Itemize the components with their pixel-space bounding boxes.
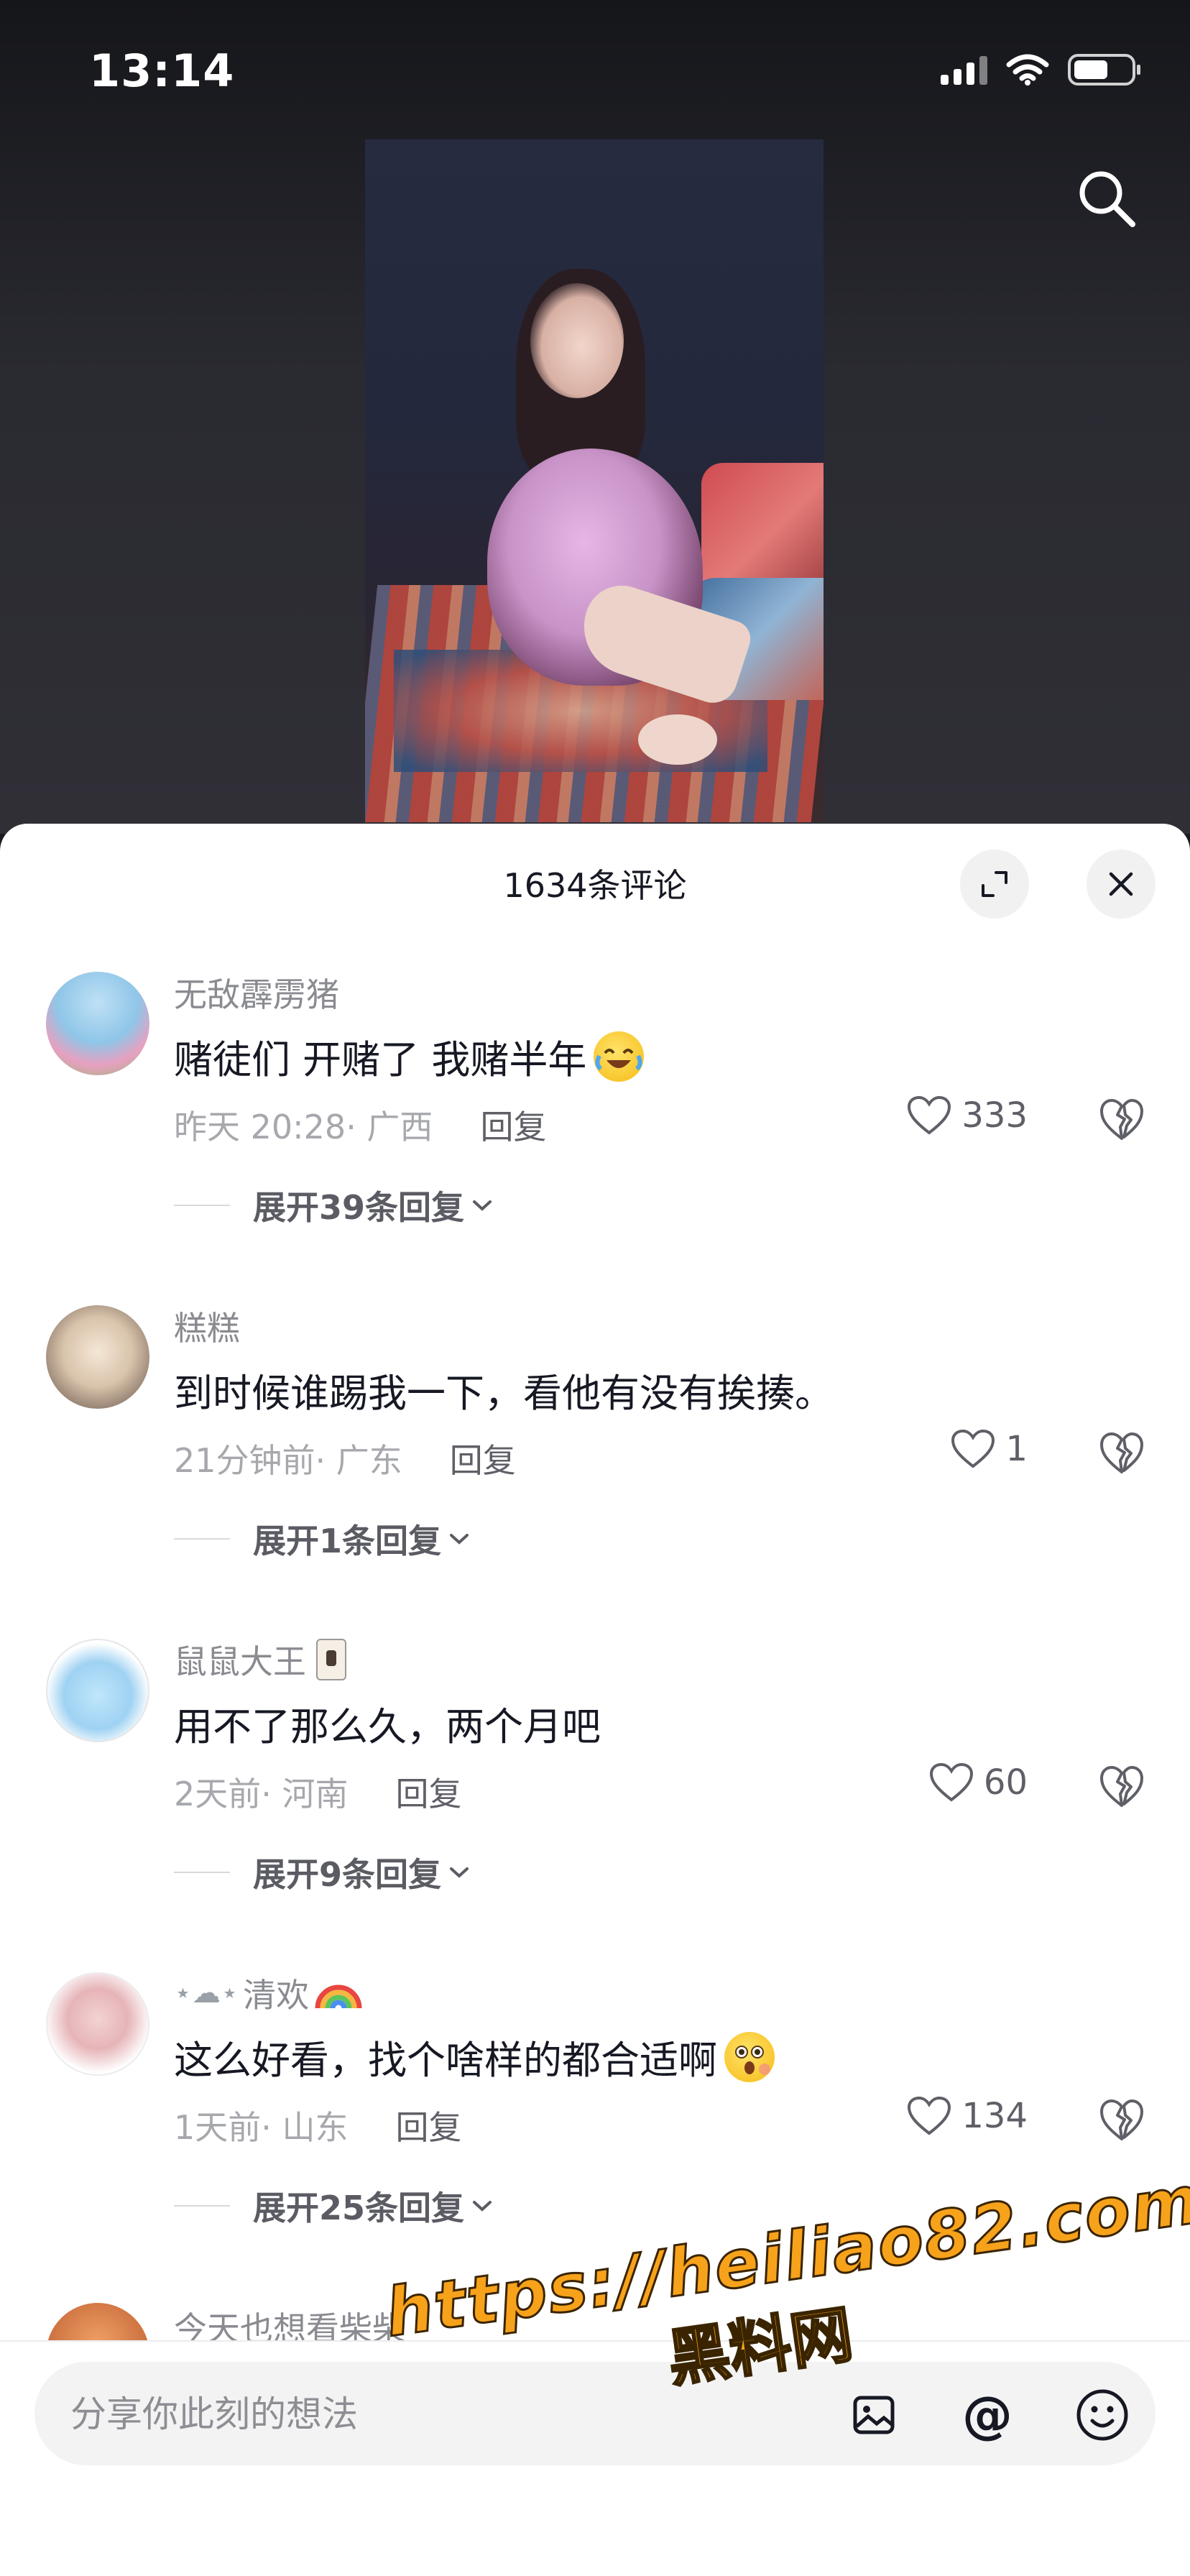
comment-username[interactable]: 鼠鼠大王	[174, 1636, 346, 1683]
comment-location: · 广东	[315, 1441, 402, 1480]
reply-button[interactable]: 回复	[396, 1768, 462, 1816]
image-icon	[853, 2396, 895, 2434]
search-icon	[1079, 171, 1135, 227]
expand-replies-button[interactable]: 展开9条回复	[174, 1849, 470, 1896]
like-button[interactable]: 333	[907, 1095, 1028, 1136]
chevron-down-icon	[473, 2201, 492, 2212]
comment-text: 这么好看，找个啥样的都合适啊	[174, 2028, 775, 2085]
chevron-down-icon	[450, 1534, 469, 1545]
comment-username[interactable]: 无敌霹雳猪	[174, 969, 339, 1016]
avatar[interactable]	[46, 1639, 149, 1742]
comment-item: 无敌霹雳猪 赌徒们 开赌了 我赌半年 昨天 20:28 · 广西 回复 333 …	[0, 972, 1190, 1302]
divider-line	[174, 1872, 230, 1873]
close-icon	[1109, 872, 1133, 896]
battery-icon	[1068, 53, 1143, 86]
divider-line	[174, 1538, 230, 1540]
comment-input-container: @	[34, 2362, 1156, 2467]
emoji-button[interactable]	[1075, 2388, 1130, 2442]
comments-sheet: 1634条评论 无敌霹雳猪 赌徒们 开赌了 我赌半年 昨天 20:28 · 广西…	[0, 824, 1190, 2576]
heart-icon	[951, 1429, 995, 1468]
broken-heart-icon[interactable]	[1098, 1762, 1145, 1810]
comment-time: 21分钟前	[174, 1441, 315, 1480]
emoji-icon	[1076, 2389, 1128, 2441]
status-icons	[941, 53, 1143, 86]
like-button[interactable]: 1	[951, 1429, 1028, 1469]
like-count: 60	[983, 1762, 1028, 1803]
comment-username[interactable]: ⋆☁⋆ 清欢	[174, 1969, 364, 2017]
like-button[interactable]: 134	[907, 2096, 1028, 2136]
mention-button[interactable]: @	[960, 2386, 1015, 2444]
expand-icon	[982, 871, 1007, 897]
reply-button[interactable]: 回复	[450, 1435, 516, 1482]
wifi-icon	[1006, 53, 1049, 86]
video-area: 13:14	[0, 0, 1190, 834]
video-thumbnail[interactable]	[365, 139, 824, 822]
close-sheet-button[interactable]	[1087, 850, 1156, 919]
playing-card-icon	[316, 1639, 346, 1680]
avatar[interactable]	[46, 972, 149, 1075]
comment-time: 昨天 20:28	[174, 1108, 346, 1146]
reply-button[interactable]: 回复	[396, 2102, 462, 2149]
heart-icon	[908, 1095, 951, 1135]
rainbow-icon	[315, 1984, 362, 2009]
comment-text: 到时候谁踢我一下，看他有没有挨揍。	[174, 1371, 834, 1416]
comment-text: 赌徒们 开赌了 我赌半年	[174, 1028, 645, 1085]
comment-item: 糕糕 到时候谁踢我一下，看他有没有挨揍。 21分钟前 · 广东 回复 1 展开1…	[0, 1305, 1190, 1636]
avatar[interactable]	[46, 1972, 149, 2076]
comment-item: 鼠鼠大王 用不了那么久，两个月吧 2天前 · 河南 回复 60 展开9条回复	[0, 1639, 1190, 1969]
photo-face	[530, 283, 624, 398]
expand-sheet-button[interactable]	[960, 850, 1029, 919]
expand-replies-button[interactable]: 展开25条回复	[174, 2182, 493, 2230]
comment-input[interactable]	[69, 2362, 790, 2467]
chevron-down-icon	[450, 1867, 469, 1878]
chevron-down-icon	[473, 1200, 492, 1211]
heart-icon	[929, 1762, 973, 1802]
comment-composer-bar: @	[0, 2340, 1190, 2576]
broken-heart-icon[interactable]	[1098, 1095, 1145, 1143]
comment-meta: 昨天 20:28 · 广西 回复	[174, 1101, 546, 1149]
comment-location: · 山东	[261, 2108, 349, 2147]
laughing-crying-emoji-icon	[594, 1031, 645, 1082]
comment-meta: 1天前 · 山东 回复	[174, 2102, 462, 2149]
divider-line	[174, 2205, 230, 2207]
comment-location: · 广西	[346, 1108, 433, 1146]
like-count: 333	[961, 1095, 1028, 1136]
comment-username[interactable]: 糕糕	[174, 1302, 240, 1350]
comment-meta: 2天前 · 河南 回复	[174, 1768, 462, 1816]
broken-heart-icon[interactable]	[1098, 1429, 1145, 1476]
flushed-emoji-icon	[724, 2031, 775, 2082]
image-button[interactable]	[847, 2388, 901, 2442]
heart-icon	[908, 2096, 951, 2135]
comment-time: 2天前	[174, 1775, 262, 1813]
comment-time: 1天前	[174, 2108, 262, 2147]
comment-text: 用不了那么久，两个月吧	[174, 1704, 601, 1749]
broken-heart-icon[interactable]	[1098, 2096, 1145, 2143]
like-button[interactable]: 60	[929, 1762, 1028, 1803]
status-time: 13:14	[89, 45, 235, 97]
reply-button[interactable]: 回复	[480, 1101, 546, 1149]
search-button[interactable]	[1072, 164, 1141, 233]
like-count: 134	[961, 2096, 1028, 2136]
comment-meta: 21分钟前 · 广东 回复	[174, 1435, 516, 1482]
cellular-signal-icon	[941, 55, 987, 85]
divider-line	[174, 1205, 230, 1206]
like-count: 1	[1005, 1429, 1028, 1469]
avatar[interactable]	[46, 1305, 149, 1409]
comment-item: ⋆☁⋆ 清欢 这么好看，找个啥样的都合适啊 1天前 · 山东 回复 134 展开…	[0, 1972, 1190, 2303]
photo-feet	[638, 714, 717, 765]
cloud-sparkle-icon: ⋆☁⋆	[174, 1977, 239, 2010]
expand-replies-button[interactable]: 展开1条回复	[174, 1515, 470, 1563]
expand-replies-button[interactable]: 展开39条回复	[174, 1182, 493, 1229]
comment-location: · 河南	[261, 1775, 349, 1813]
at-icon: @	[962, 2386, 1013, 2444]
